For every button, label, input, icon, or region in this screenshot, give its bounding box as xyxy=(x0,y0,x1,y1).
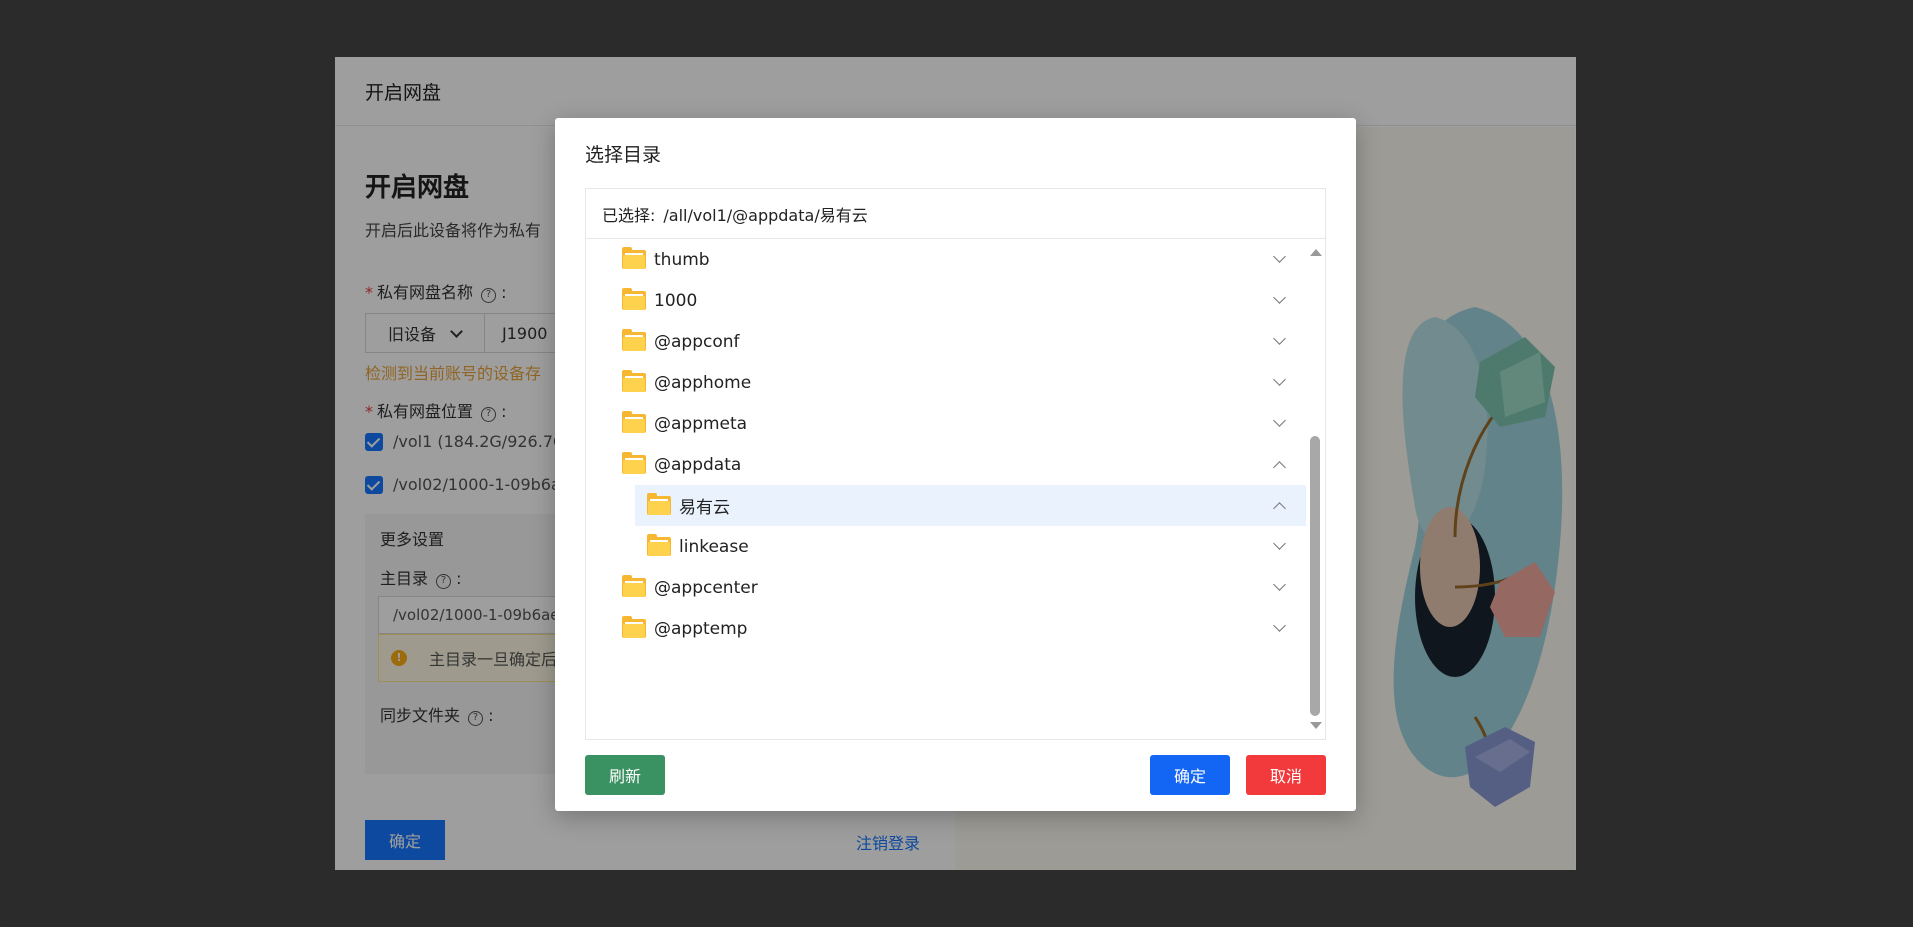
tree-item-label: thumb xyxy=(654,249,710,270)
tree-item-label: @appcenter xyxy=(654,577,758,598)
tree-item-label: @appmeta xyxy=(654,413,748,434)
folder-icon xyxy=(622,616,646,638)
tree-item[interactable]: @appmeta xyxy=(586,403,1306,444)
tree-item-label: @appconf xyxy=(654,331,740,352)
tree-item[interactable]: @appdata xyxy=(586,444,1306,485)
refresh-button[interactable]: 刷新 xyxy=(585,755,665,795)
tree-item[interactable]: 易有云 xyxy=(635,485,1306,526)
select-directory-dialog: 选择目录 已选择: /all/vol1/@appdata/易有云 thumb 10… xyxy=(555,118,1356,811)
ok-button[interactable]: 确定 xyxy=(1150,755,1230,795)
tree-item-label: 1000 xyxy=(654,290,698,311)
folder-icon xyxy=(622,247,646,269)
chevron-down-icon[interactable] xyxy=(1273,373,1286,386)
folder-icon xyxy=(622,288,646,310)
directory-tree-panel: 已选择: /all/vol1/@appdata/易有云 thumb 1000 @ap… xyxy=(585,188,1326,740)
tree-item-label: @apptemp xyxy=(654,618,748,639)
folder-icon xyxy=(647,534,671,556)
scroll-up-arrow-icon[interactable] xyxy=(1310,249,1322,256)
chevron-up-icon[interactable] xyxy=(1273,461,1286,474)
selected-path-bar: 已选择: /all/vol1/@appdata/易有云 xyxy=(586,189,1325,239)
tree-item[interactable]: @appcenter xyxy=(586,567,1306,608)
tree-item[interactable]: @apptemp xyxy=(586,608,1306,649)
tree-scrollbar[interactable] xyxy=(1305,239,1325,739)
chevron-down-icon[interactable] xyxy=(1273,291,1286,304)
directory-tree: thumb 1000 @appconf @apphome @appmeta @appdat… xyxy=(586,239,1306,739)
chevron-down-icon[interactable] xyxy=(1273,250,1286,263)
folder-icon xyxy=(622,329,646,351)
folder-icon xyxy=(647,493,671,515)
folder-icon xyxy=(622,575,646,597)
tree-item[interactable]: @apphome xyxy=(586,362,1306,403)
tree-item[interactable]: thumb xyxy=(586,239,1306,280)
chevron-down-icon[interactable] xyxy=(1273,537,1286,550)
tree-item-label: linkease xyxy=(679,536,749,557)
selected-path: /all/vol1/@appdata/易有云 xyxy=(663,205,868,225)
scroll-down-arrow-icon[interactable] xyxy=(1310,722,1322,729)
tree-item-label: @apphome xyxy=(654,372,752,393)
chevron-down-icon[interactable] xyxy=(1273,332,1286,345)
chevron-down-icon[interactable] xyxy=(1273,414,1286,427)
chevron-down-icon[interactable] xyxy=(1273,619,1286,632)
tree-item[interactable]: @appconf xyxy=(586,321,1306,362)
scroll-thumb[interactable] xyxy=(1310,436,1320,716)
chevron-up-icon[interactable] xyxy=(1273,502,1286,515)
tree-item-label: 易有云 xyxy=(679,498,730,518)
tree-item[interactable]: 1000 xyxy=(586,280,1306,321)
selected-prefix: 已选择: xyxy=(602,205,656,225)
cancel-button[interactable]: 取消 xyxy=(1246,755,1326,795)
folder-icon xyxy=(622,411,646,433)
folder-icon xyxy=(622,370,646,392)
folder-icon xyxy=(622,452,646,474)
tree-item[interactable]: linkease xyxy=(586,526,1306,567)
tree-item-label: @appdata xyxy=(654,454,742,475)
chevron-down-icon[interactable] xyxy=(1273,578,1286,591)
dialog-title: 选择目录 xyxy=(585,144,662,166)
